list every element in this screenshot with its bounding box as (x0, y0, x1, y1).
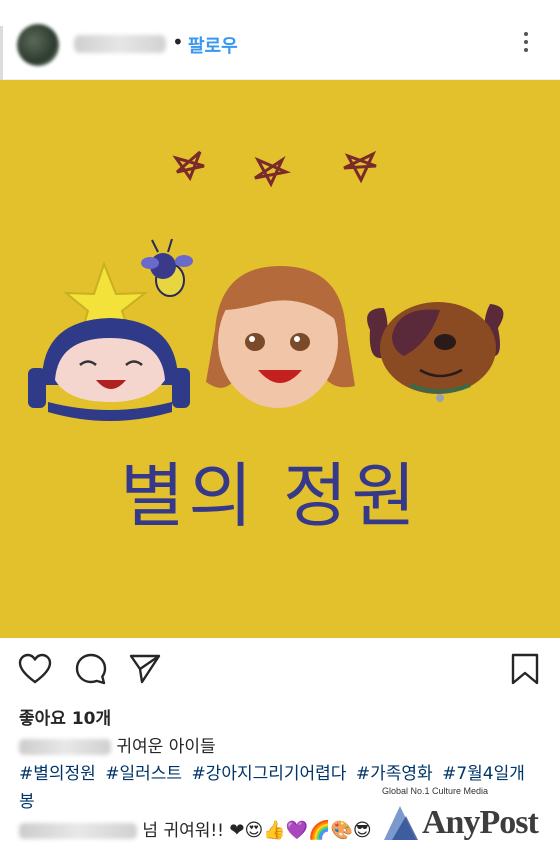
dog-character (367, 302, 504, 402)
follow-button[interactable]: 팔로우 (188, 32, 238, 58)
robot-character (28, 318, 190, 421)
watermark: Global No.1 Culture Media AnyPost (380, 784, 555, 854)
avatar[interactable] (17, 24, 59, 66)
caption: 귀여운 아이들 (19, 734, 549, 760)
bee-doodle (141, 238, 193, 297)
post-header: • 팔로우 (0, 0, 560, 256)
hashtag[interactable]: #가족영화 (356, 764, 433, 784)
heart-icon[interactable] (18, 652, 52, 686)
caption-text: 귀여운 아이들 (116, 737, 216, 757)
likes-count[interactable]: 좋아요 10개 (19, 704, 111, 729)
action-bar (0, 638, 560, 694)
hashtag[interactable]: #별의정원 (19, 764, 96, 784)
post-image[interactable]: 별의 정원 (0, 80, 560, 638)
girl-character (206, 266, 355, 408)
illustration: 별의 정원 (28, 150, 504, 537)
separator-dot: • (172, 30, 184, 54)
send-icon[interactable] (128, 652, 162, 686)
commenter-username-blurred[interactable] (19, 823, 137, 839)
watermark-tagline: Global No.1 Culture Media (382, 786, 489, 796)
comment-icon[interactable] (74, 652, 108, 686)
illustration-title-lettering: 별의 정원 (120, 455, 420, 537)
comment: 넘 귀여워!! ❤😍👍💜🌈🎨😎 (19, 818, 372, 844)
comment-text: 넘 귀여워!! (142, 821, 224, 841)
hashtag[interactable]: #일러스트 (105, 764, 182, 784)
star-doodles (172, 150, 377, 188)
more-options-icon[interactable] (518, 30, 534, 56)
watermark-logo-icon (384, 806, 418, 840)
bookmark-icon[interactable] (508, 652, 542, 686)
username-blurred[interactable] (74, 35, 166, 53)
comment-emojis: ❤😍👍💜🌈🎨😎 (229, 820, 372, 841)
hashtag[interactable]: #강아지그리기어렵다 (191, 764, 346, 784)
watermark-brand: AnyPost (422, 804, 539, 841)
caption-username-blurred[interactable] (19, 739, 111, 755)
